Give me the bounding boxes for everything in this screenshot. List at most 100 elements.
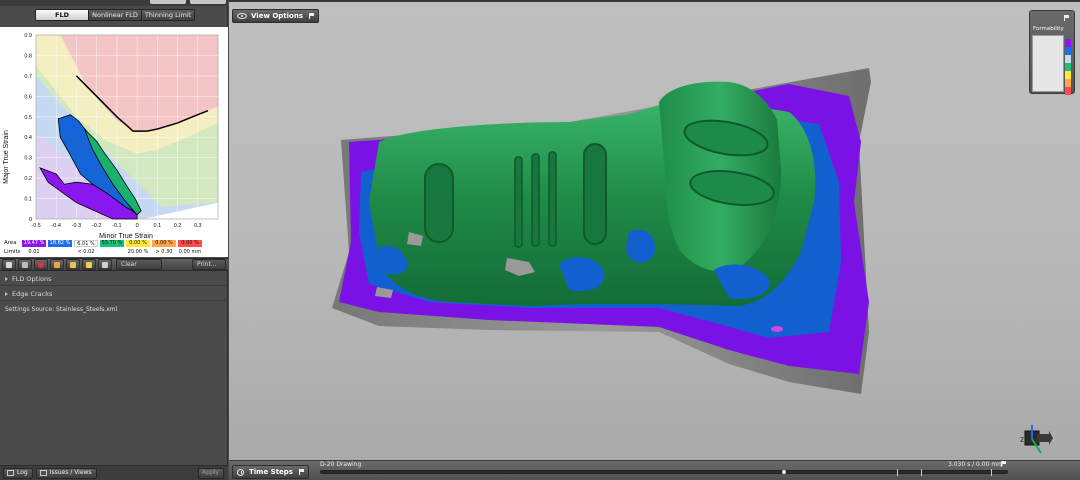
legend-swatch <box>1065 39 1071 47</box>
legend-panel <box>1032 35 1064 92</box>
x-tick-label: -0.1 <box>112 223 121 229</box>
clock-icon <box>237 468 244 476</box>
area-cell: 0.00 % <box>178 239 202 247</box>
x-tick-label: -0.5 <box>31 223 40 229</box>
target-icon <box>38 261 44 268</box>
clear-button[interactable]: Clear <box>116 259 162 270</box>
paint-icon <box>54 261 60 268</box>
fld-chart: -0.5 -0.4 -0.3 -0.2 -0.1 0 0.1 0.2 0.3 0 0.1 0.2 0.… <box>3 33 219 240</box>
y-tick-label: 0.1 <box>24 197 32 203</box>
issues-label: Issues / Views <box>49 469 92 476</box>
embossed-slot <box>514 156 523 248</box>
y-tick-label: 0.7 <box>24 74 32 80</box>
area-cell: 18.82 % <box>48 239 72 247</box>
panel-handle[interactable] <box>150 0 186 4</box>
left-bottom-bar: Log Issues / Views Apply <box>0 465 228 480</box>
color-tool-button[interactable] <box>34 259 48 270</box>
select-tool-button[interactable] <box>2 259 16 270</box>
x-tick-label: -0.4 <box>51 223 60 229</box>
panel-top-strip <box>0 0 228 6</box>
limit-value: < 0.02 <box>77 248 95 255</box>
image-tool-button[interactable] <box>82 259 96 270</box>
y-tick-label: 0.6 <box>24 94 32 100</box>
y-tick-label: 0.5 <box>24 115 32 121</box>
print-button[interactable]: Print... <box>192 259 226 270</box>
3d-viewport[interactable]: View Options Formability Z Time Steps D-… <box>229 0 1080 480</box>
legend-swatches <box>1065 39 1071 95</box>
paint-tool-button[interactable] <box>50 259 64 270</box>
embossed-slot <box>531 153 540 247</box>
area-cell: 6.01 % <box>74 239 98 247</box>
panel-handle[interactable] <box>190 0 226 4</box>
apply-button[interactable]: Apply <box>198 467 224 479</box>
area-cell: 55.70 % <box>100 239 124 247</box>
issues-views-button[interactable]: Issues / Views <box>35 467 97 479</box>
expand-triangle-icon <box>5 292 8 296</box>
x-tick-label: 0.3 <box>194 223 202 229</box>
timeline-tick <box>991 469 992 476</box>
fld-options-expander[interactable]: FLD Options <box>0 272 228 286</box>
y-axis-label: Major True Strain <box>3 130 10 184</box>
application-window: FLD Nonlinear FLD Thinning Limit -0.5 -0.… <box>0 0 1080 480</box>
timeline-handle[interactable] <box>782 470 786 474</box>
time-steps-label: Time Steps <box>249 468 293 476</box>
time-readout: 3.030 s / 0.00 mm <box>947 461 1003 468</box>
pointer-icon <box>22 261 28 268</box>
settings-source: Settings Source: Stainless_Steels.xml <box>5 306 118 313</box>
cursor-icon <box>6 261 12 268</box>
edge-cracks-expander[interactable]: Edge Cracks <box>0 287 228 301</box>
issues-icon <box>39 470 47 476</box>
area-cell: 19.47 % <box>22 239 46 247</box>
stage-label: D-20 Drawing <box>320 461 362 468</box>
legend-swatch <box>1065 87 1071 95</box>
timeline-tick <box>897 469 898 476</box>
legend-swatch <box>1065 55 1071 63</box>
time-steps-button[interactable]: Time Steps <box>232 465 309 479</box>
embossed-slot <box>583 143 607 245</box>
tab-nonlinear-fld[interactable]: Nonlinear FLD <box>89 10 142 20</box>
limits-row: Limits 0.01 < 0.02 20.00 % > 0.30 0.00 m… <box>0 248 204 256</box>
flag-icon <box>1064 15 1070 21</box>
view-options-button[interactable]: View Options <box>232 9 320 23</box>
y-tick-label: 0.8 <box>24 53 32 59</box>
area-cell: 0.00 % <box>152 239 176 247</box>
x-tick-label: 0.2 <box>174 223 182 229</box>
fld-panel: FLD Nonlinear FLD Thinning Limit -0.5 -0.… <box>0 0 228 480</box>
part-model[interactable] <box>229 2 1080 460</box>
x-tick-label: -0.3 <box>72 223 81 229</box>
view-options-label: View Options <box>251 12 304 20</box>
export-tool-button[interactable] <box>66 259 80 270</box>
legend-swatch <box>1065 71 1071 79</box>
timeline-slider[interactable] <box>320 469 1008 476</box>
y-tick-label: 0 <box>29 217 32 223</box>
fld-tabs: FLD Nonlinear FLD Thinning Limit <box>35 9 195 21</box>
log-icon <box>7 470 14 476</box>
fld-toolbar: Clear Print... <box>0 258 228 271</box>
flag-icon[interactable] <box>1001 461 1007 467</box>
x-tick-label: -0.2 <box>92 223 101 229</box>
formability-legend[interactable]: Formability <box>1029 10 1075 95</box>
fld-chart-area: -0.5 -0.4 -0.3 -0.2 -0.1 0 0.1 0.2 0.3 0 0.1 0.2 0.… <box>0 27 228 257</box>
x-tick-label: 0.1 <box>154 223 162 229</box>
x-tick-label: 0 <box>136 223 139 229</box>
chart-tool-button[interactable] <box>98 259 112 270</box>
high-strain-spot <box>771 326 783 332</box>
eye-icon <box>237 13 247 19</box>
timeline-tick <box>921 469 922 476</box>
y-tick-label: 0.3 <box>24 156 32 162</box>
area-row: Area 19.47 % 18.82 % 6.01 % 55.70 % 0.00… <box>0 239 204 247</box>
time-steps-bar: Time Steps D-20 Drawing 3.030 s / 0.00 m… <box>229 460 1080 480</box>
legend-swatch <box>1065 79 1071 87</box>
tab-fld[interactable]: FLD <box>36 10 89 20</box>
legend-swatch <box>1065 47 1071 55</box>
pick-tool-button[interactable] <box>18 259 32 270</box>
folder-icon <box>70 261 76 268</box>
tab-thinning-limit[interactable]: Thinning Limit <box>142 10 194 20</box>
legend-title: Formability <box>1033 26 1064 32</box>
limit-value: > 0.30 <box>155 248 173 255</box>
log-label: Log <box>17 469 28 476</box>
axis-triad[interactable]: Z <box>1019 422 1053 456</box>
embossed-slot <box>548 151 557 247</box>
log-button[interactable]: Log <box>3 467 33 479</box>
y-tick-label: 0.9 <box>24 33 32 39</box>
